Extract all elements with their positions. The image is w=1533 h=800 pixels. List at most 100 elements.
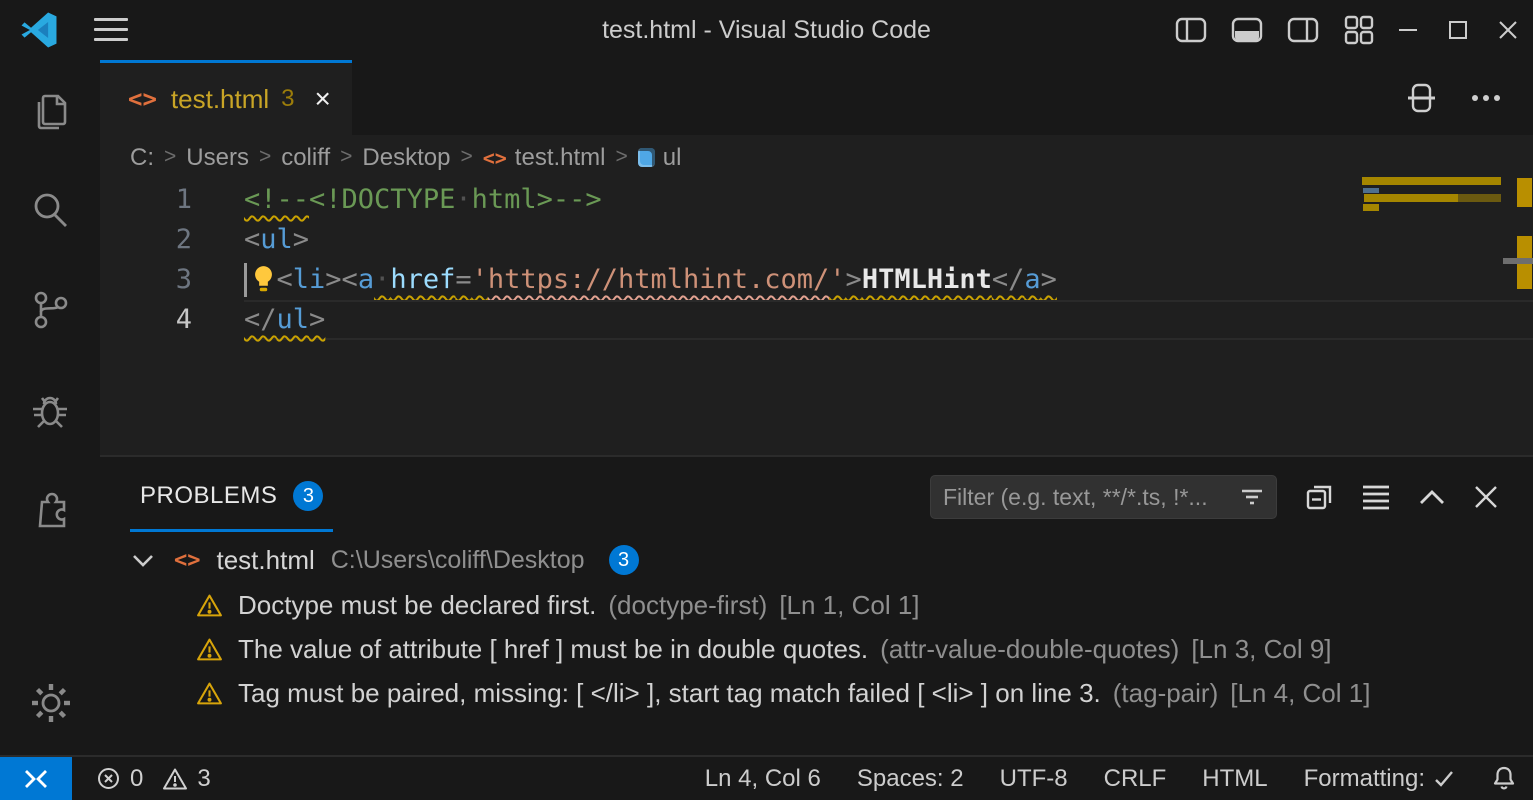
- chevron-down-icon[interactable]: [130, 551, 156, 569]
- breadcrumb-item-c[interactable]: C:: [130, 144, 154, 172]
- status-item-formatting[interactable]: Formatting:: [1304, 765, 1455, 793]
- tab-test-html[interactable]: <> test.html 3 ×: [100, 60, 352, 135]
- line-content[interactable]: </ul>: [244, 300, 1533, 340]
- code-token: ': [472, 264, 488, 295]
- problem-row[interactable]: The value of attribute [ href ] must be …: [100, 627, 1533, 671]
- problem-source: (tag-pair): [1113, 678, 1218, 709]
- tab-close-icon[interactable]: ×: [315, 83, 331, 115]
- toggle-panel-icon[interactable]: [1231, 16, 1263, 44]
- remote-indicator[interactable]: [0, 757, 72, 800]
- code-line[interactable]: 4 </ul>: [100, 300, 1533, 340]
- settings-gear-icon[interactable]: [28, 680, 72, 724]
- breadcrumb-label: test.html: [515, 144, 606, 172]
- code-token: ': [829, 264, 845, 295]
- problems-file-path: C:\Users\coliff\Desktop: [331, 546, 585, 575]
- status-item-label: Spaces: 2: [857, 765, 964, 793]
- search-icon[interactable]: [28, 188, 72, 232]
- code-token: a: [1024, 264, 1040, 295]
- warning-icon: [196, 593, 223, 618]
- breadcrumb-item-coliff[interactable]: coliff: [281, 144, 330, 172]
- code-token: ·: [455, 184, 471, 215]
- symbol-element-icon: [638, 148, 655, 167]
- problem-position: [Ln 3, Col 9]: [1191, 634, 1331, 665]
- problems-filter-input[interactable]: [943, 484, 1239, 511]
- problem-source: (attr-value-double-quotes): [880, 634, 1179, 665]
- problems-file-name: test.html: [217, 545, 315, 576]
- text-cursor: [244, 263, 247, 297]
- window-controls: [1383, 0, 1533, 60]
- close-window-icon[interactable]: [1483, 0, 1533, 60]
- problems-filter-box[interactable]: [930, 475, 1277, 519]
- breadcrumb-label: Desktop: [362, 144, 450, 172]
- status-item-spaces2[interactable]: Spaces: 2: [857, 765, 964, 793]
- problem-row[interactable]: Doctype must be declared first.(doctype-…: [100, 583, 1533, 627]
- split-editor-icon[interactable]: [1407, 82, 1437, 114]
- breadcrumb-item-testhtml[interactable]: <>test.html: [483, 144, 606, 172]
- maximize-panel-icon[interactable]: [1418, 487, 1446, 507]
- line-content[interactable]: <ul>: [244, 220, 1533, 260]
- minimize-icon[interactable]: [1383, 0, 1433, 60]
- status-item-html[interactable]: HTML: [1202, 765, 1267, 793]
- status-item-label: HTML: [1202, 765, 1267, 793]
- more-actions-icon[interactable]: [1471, 93, 1501, 103]
- breadcrumb-label: coliff: [281, 144, 330, 172]
- code-token: </: [992, 264, 1025, 295]
- minimap-warning-mark: [1364, 194, 1458, 202]
- minimap-warning-mark: [1362, 177, 1501, 185]
- error-count: 0: [130, 765, 143, 793]
- filter-icon[interactable]: [1239, 484, 1265, 510]
- problem-message: Doctype must be declared first.: [238, 590, 596, 621]
- line-content[interactable]: <li><a·href='https://htmlhint.com/'>HTML…: [244, 260, 1533, 300]
- problem-position: [Ln 4, Col 1]: [1230, 678, 1370, 709]
- status-item-utf8[interactable]: UTF-8: [1000, 765, 1068, 793]
- tab-problems[interactable]: PROBLEMS 3: [130, 481, 333, 532]
- code-token: href: [390, 264, 455, 295]
- error-icon: [96, 766, 121, 791]
- breadcrumb-label: C:: [130, 144, 154, 172]
- code-token: >: [846, 264, 862, 295]
- minimap-code-mark: [1363, 188, 1379, 193]
- code-line[interactable]: 2<ul>: [100, 220, 1533, 260]
- status-problems[interactable]: 0 3: [96, 757, 211, 800]
- line-number: 4: [100, 300, 192, 340]
- source-control-icon[interactable]: [28, 288, 72, 332]
- breadcrumb-separator-icon: >: [164, 145, 176, 169]
- code-token: >: [309, 304, 325, 335]
- close-panel-icon[interactable]: [1473, 484, 1499, 510]
- toggle-sidebar-left-icon[interactable]: [1175, 16, 1207, 44]
- breadcrumb-item-desktop[interactable]: Desktop: [362, 144, 450, 172]
- code-line[interactable]: 1 <!--<!DOCTYPE·html>-->: [100, 180, 1533, 220]
- line-content[interactable]: <!--<!DOCTYPE·html>-->: [244, 180, 1533, 220]
- customize-layout-icon[interactable]: [1343, 14, 1375, 46]
- problems-count-badge: 3: [293, 481, 323, 511]
- status-bar: 0 3 Ln 4, Col 6 Spaces: 2 UTF-8 CRLF HTML For…: [0, 755, 1533, 800]
- editor-actions: [1407, 60, 1501, 135]
- code-line[interactable]: 3 <li><a·href='https://htmlhint.com/'>HT…: [100, 260, 1533, 300]
- problems-file-row[interactable]: <> test.html C:\Users\coliff\Desktop 3: [100, 537, 1533, 583]
- view-as-table-icon[interactable]: [1361, 483, 1391, 511]
- collapse-all-icon[interactable]: [1304, 482, 1334, 512]
- code-token: <: [244, 224, 260, 255]
- problem-row[interactable]: Tag must be paired, missing: [ </li> ], …: [100, 671, 1533, 715]
- code-token: a: [358, 264, 374, 295]
- breadcrumb: C:>Users>coliff>Desktop><>test.html>ul: [100, 135, 1533, 180]
- debug-icon[interactable]: [28, 388, 72, 432]
- status-item-ln4col6[interactable]: Ln 4, Col 6: [705, 765, 821, 793]
- lightbulb-icon[interactable]: [251, 264, 276, 294]
- minimap[interactable]: [1362, 175, 1503, 310]
- code-token: ·: [374, 264, 390, 295]
- tab-label: test.html: [171, 84, 269, 115]
- code-editor[interactable]: 1 <!--<!DOCTYPE·html>-->2<ul>3 <li><a·hre…: [100, 180, 1533, 455]
- status-item-crlf[interactable]: CRLF: [1104, 765, 1167, 793]
- breadcrumb-item-users[interactable]: Users: [186, 144, 249, 172]
- maximize-icon[interactable]: [1433, 0, 1483, 60]
- breadcrumb-separator-icon: >: [340, 145, 352, 169]
- status-right-items: Ln 4, Col 6 Spaces: 2 UTF-8 CRLF HTML Formatt…: [705, 757, 1517, 800]
- extensions-icon[interactable]: [28, 486, 72, 530]
- breadcrumb-item-ul[interactable]: ul: [638, 144, 682, 172]
- toggle-sidebar-right-icon[interactable]: [1287, 16, 1319, 44]
- explorer-icon[interactable]: [28, 90, 72, 134]
- code-token: >: [293, 224, 309, 255]
- line-number: 1: [100, 180, 192, 220]
- bell-icon[interactable]: [1491, 765, 1517, 792]
